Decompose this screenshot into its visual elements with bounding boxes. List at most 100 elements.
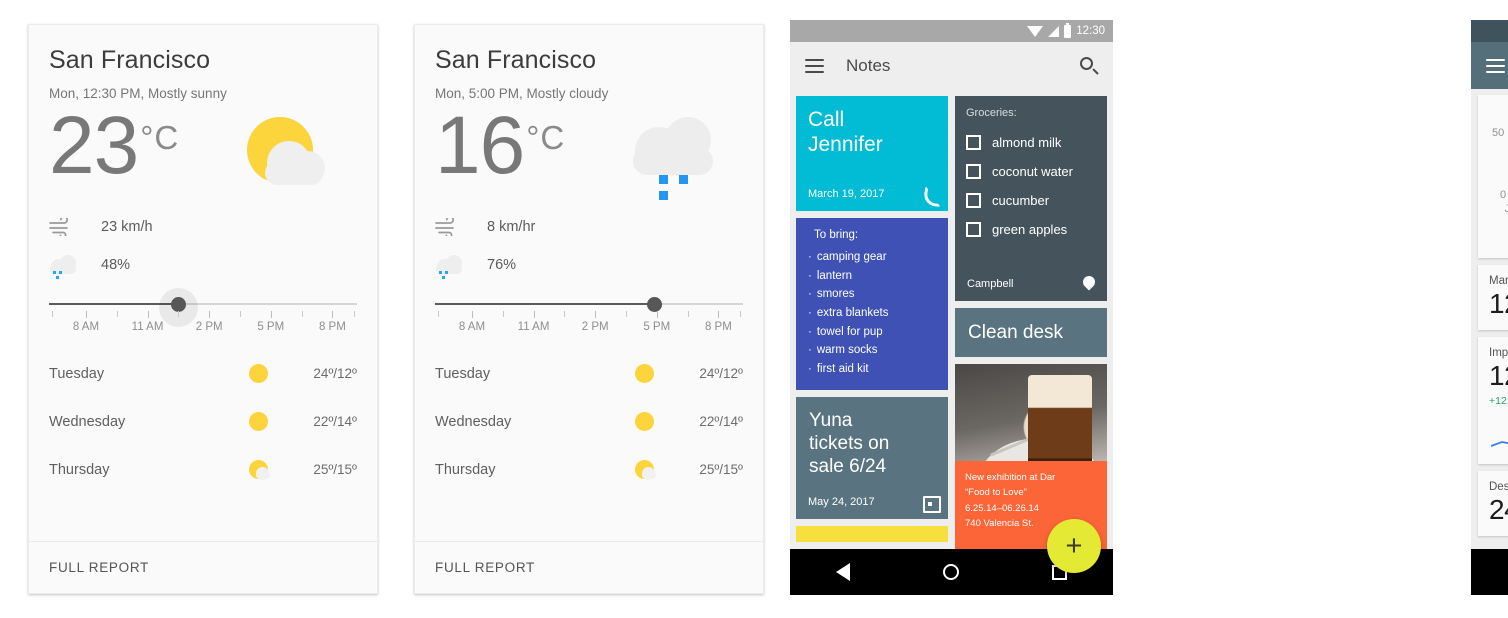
nav-home-icon[interactable]: [942, 564, 959, 580]
checklist-item[interactable]: cucumber: [966, 186, 1096, 215]
precipitation-value: 76%: [487, 257, 517, 273]
list-item: first aid kit: [808, 360, 936, 379]
city-name: San Francisco: [49, 46, 211, 74]
list-item: warm socks: [808, 341, 936, 360]
note-title: Clean desk: [968, 321, 1064, 343]
signal-icon: [1048, 25, 1060, 37]
note-date: May 24, 2017: [808, 496, 875, 509]
forecast-temps: 22º/14º: [313, 414, 357, 429]
hourly-time-slider[interactable]: 8 AM 11 AM 2 PM 5 PM 8 PM: [49, 287, 357, 342]
cloud-base: [265, 160, 323, 185]
list-item: towel for pup: [808, 323, 936, 342]
temperature-row: 16 °C: [435, 104, 743, 211]
forecast-row[interactable]: Tuesday 24º/12º: [435, 350, 743, 398]
metric-card-marketing[interactable]: Marketing 123.4M: [1478, 265, 1508, 331]
checklist-item[interactable]: coconut water: [966, 157, 1096, 186]
precipitation-value: 48%: [101, 257, 131, 273]
forecast-list-2: Tuesday 24º/12º Wednesday 22º/14º Thursd…: [435, 350, 743, 494]
exhibition-line: “Food to Love”: [965, 487, 1027, 499]
notes-app-bar: Notes: [790, 42, 1113, 89]
forecast-row[interactable]: Thursday 25º/15º: [435, 446, 743, 494]
mini-cloud-shape: [435, 255, 465, 279]
rain-cloud-small-icon: [49, 255, 101, 279]
slider-labels: 8 AM 11 AM 2 PM 5 PM 8 PM: [49, 321, 357, 337]
dashboard-scroll[interactable]: 50 0 Jan 28 29 30 31: [1471, 89, 1508, 549]
slider-thumb[interactable]: [646, 296, 662, 312]
rain-cloud-small-icon: [435, 255, 487, 279]
calendar-icon[interactable]: [922, 494, 941, 514]
wind-stat-row: 8 km/hr: [435, 211, 743, 244]
checkbox-icon[interactable]: [966, 164, 981, 179]
forecast-temps: 22º/14º: [699, 414, 743, 429]
weather-body-1: San Francisco Mon, 12:30 PM, Mostly sunn…: [29, 25, 377, 541]
rain-drop: [659, 190, 668, 200]
metric-value: 245.2M: [1489, 494, 1508, 526]
sun-icon: [609, 412, 679, 431]
slider-label: 8 PM: [318, 320, 346, 333]
note-card-to-bring[interactable]: To bring: camping gear lantern smores ex…: [796, 218, 948, 391]
notes-column-left: Call Jennifer March 19, 2017 To bring: c…: [796, 96, 948, 549]
map-pin-icon[interactable]: [1081, 276, 1097, 292]
temperature-unit: °C: [140, 118, 180, 156]
hamburger-menu-icon[interactable]: [805, 58, 824, 73]
note-card-groceries[interactable]: Groceries: almond milk coconut water cuc…: [955, 96, 1107, 301]
hamburger-menu-icon[interactable]: [1486, 58, 1505, 73]
checkbox-icon[interactable]: [966, 135, 981, 150]
full-report-button[interactable]: FULL REPORT: [415, 541, 763, 593]
checkbox-icon[interactable]: [966, 193, 981, 208]
temperature-value: 23: [49, 99, 139, 191]
metric-value: 123.4M: [1489, 288, 1508, 319]
forecast-list-1: Tuesday 24º/12º Wednesday 22º/14º Thursd…: [49, 350, 357, 494]
precipitation-stat-row: 48%: [49, 249, 357, 282]
note-card-yellow-partial[interactable]: [796, 526, 948, 543]
hourly-time-slider[interactable]: 8 AM 11 AM 2 PM 5 PM 8 PM: [435, 296, 743, 342]
metric-column-left: Marketing 123.4M Impressions 123.4M +12.…: [1478, 265, 1508, 544]
notes-grid[interactable]: Call Jennifer March 19, 2017 To bring: c…: [790, 89, 1113, 549]
forecast-row[interactable]: Wednesday 22º/14º: [49, 398, 357, 446]
line-chart: 50 0 Jan 28 29 30 31: [1488, 103, 1508, 215]
slider-thumb[interactable]: [171, 296, 187, 312]
nav-back-icon[interactable]: [836, 563, 851, 581]
note-card-call[interactable]: Call Jennifer March 19, 2017: [796, 96, 948, 211]
note-card-yuna[interactable]: Yuna tickets on sale 6/24 May 24, 2017: [796, 397, 948, 520]
note-footer: Campbell: [967, 276, 1097, 292]
search-icon[interactable]: [1080, 56, 1099, 75]
checklist-label: coconut water: [992, 164, 1073, 179]
list-item: extra blankets: [808, 304, 936, 323]
forecast-row[interactable]: Tuesday 24º/12º: [49, 350, 357, 398]
weather-subtitle: Mon, 12:30 PM, Mostly sunny: [49, 85, 227, 101]
metric-card-impressions[interactable]: Impressions 123.4M +12.3% of target: [1478, 337, 1508, 465]
impressions-sparkline: [1489, 411, 1508, 455]
notes-phone: 12:30 Notes Call Jennifer March 19, 2017…: [790, 20, 1113, 595]
note-heading: To bring:: [814, 229, 859, 241]
metric-label: Impressions: [1489, 347, 1508, 360]
temperature-unit: °C: [526, 118, 566, 156]
wind-value: 23 km/h: [101, 219, 153, 235]
status-time: 12:30: [1076, 25, 1105, 37]
wind-icon: [49, 218, 101, 236]
forecast-day: Thursday: [49, 461, 110, 478]
chart-card-visits[interactable]: 50 0 Jan 28 29 30 31: [1478, 95, 1508, 258]
to-bring-list: camping gear lantern smores extra blanke…: [808, 248, 936, 378]
wind-stat-row: 23 km/h: [49, 211, 357, 244]
page-indicator-dots[interactable]: [1488, 239, 1508, 246]
note-footer: May 24, 2017: [808, 494, 941, 514]
checklist-item[interactable]: almond milk: [966, 128, 1096, 157]
checkbox-icon[interactable]: [966, 222, 981, 237]
forecast-temps: 25º/15º: [699, 462, 743, 477]
full-report-button[interactable]: FULL REPORT: [29, 541, 377, 593]
forecast-day: Wednesday: [49, 413, 126, 430]
partly-cloudy-icon: [609, 460, 679, 480]
forecast-temps: 25º/15º: [313, 462, 357, 477]
forecast-day: Thursday: [435, 461, 496, 478]
metric-card-design[interactable]: Design 245.2M: [1478, 471, 1508, 537]
forecast-row[interactable]: Wednesday 22º/14º: [435, 398, 743, 446]
checklist-label: cucumber: [992, 193, 1050, 208]
phone-icon[interactable]: [922, 186, 938, 202]
forecast-row[interactable]: Thursday 25º/15º: [49, 446, 357, 494]
note-card-clean-desk[interactable]: Clean desk: [955, 308, 1107, 357]
checklist-item[interactable]: green apples: [966, 215, 1096, 244]
rain-cloud-icon: [631, 113, 727, 200]
add-note-fab[interactable]: +: [1047, 519, 1101, 573]
battery-icon: [1064, 22, 1072, 38]
